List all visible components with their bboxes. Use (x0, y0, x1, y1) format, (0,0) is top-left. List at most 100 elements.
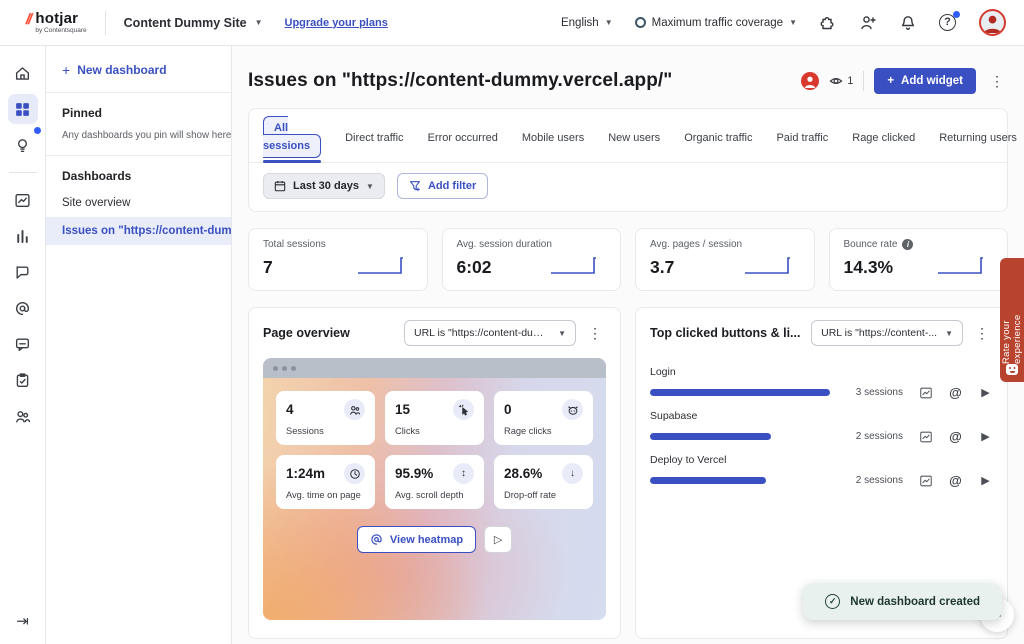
tab-all-sessions[interactable]: All sessions (263, 116, 321, 158)
widget-title: Page overview (263, 326, 396, 340)
interviews-people-icon[interactable] (8, 401, 38, 431)
tab-direct-traffic[interactable]: Direct traffic (345, 126, 403, 155)
traffic-coverage-value: Maximum traffic coverage (652, 17, 783, 29)
surveys-icon[interactable] (8, 365, 38, 395)
sidebar-item-site-overview[interactable]: Site overview (46, 189, 231, 217)
heatmap-icon (370, 533, 383, 546)
site-selector-dropdown[interactable]: Content Dummy Site ▼ (124, 16, 263, 30)
tab-organic-traffic[interactable]: Organic traffic (684, 126, 752, 155)
tab-error-occurred[interactable]: Error occurred (428, 126, 498, 155)
trends-chart-icon[interactable] (918, 385, 933, 400)
collapse-sidebar-icon[interactable]: ⇥ (16, 612, 29, 630)
url-filter-value: URL is "https://content-dum... (414, 327, 550, 339)
play-recording-icon[interactable]: ▶ (978, 385, 993, 400)
toast-notification[interactable]: ✓ New dashboard created (803, 583, 1002, 620)
sparkline (548, 254, 606, 278)
stat-time-on-page: 1:24m Avg. time on page (276, 455, 375, 509)
help-icon[interactable]: ? (939, 14, 957, 32)
notifications-bell-icon[interactable] (899, 14, 917, 32)
element-label: Login (650, 366, 993, 378)
funnels-icon[interactable] (8, 221, 38, 251)
divider (863, 71, 864, 91)
metric-total-sessions[interactable]: Total sessions 7 (248, 228, 428, 291)
tab-paid-traffic[interactable]: Paid traffic (776, 126, 828, 155)
play-recording-icon[interactable]: ▶ (978, 429, 993, 444)
heatmaps-icon[interactable] (8, 293, 38, 323)
new-dashboard-button[interactable]: + New dashboard (46, 46, 231, 92)
window-dot (282, 366, 287, 371)
upgrade-plans-link[interactable]: Upgrade your plans (285, 17, 388, 29)
metric-pages-per-session[interactable]: Avg. pages / session 3.7 (635, 228, 815, 291)
sessions-count: 2 sessions (856, 475, 903, 486)
heatmap-icon[interactable]: @ (948, 385, 963, 400)
metric-bounce-rate[interactable]: Bounce rate i 14.3% (829, 228, 1009, 291)
date-range-dropdown[interactable]: Last 30 days ▼ (263, 173, 385, 199)
add-filter-button[interactable]: Add filter (397, 173, 488, 199)
widget-menu-kebab[interactable]: ⋮ (584, 325, 606, 342)
dashboard-menu-kebab[interactable]: ⋮ (986, 73, 1008, 90)
heatmap-icon[interactable]: @ (948, 473, 963, 488)
sessions-bar (650, 477, 766, 484)
trends-chart-icon[interactable] (8, 185, 38, 215)
play-recording-icon[interactable]: ▶ (978, 473, 993, 488)
stat-label: Avg. time on page (286, 490, 365, 500)
info-icon[interactable]: i (902, 239, 913, 250)
logo-subtitle: by Contentsquare (35, 28, 86, 35)
insights-bulb-icon[interactable] (8, 130, 38, 160)
widget-title: Top clicked buttons & li... (650, 326, 803, 340)
journeys-icon[interactable] (8, 257, 38, 287)
top-clicked-url-dropdown[interactable]: URL is "https://content-... ▼ (811, 320, 963, 346)
filter-card: All sessions Direct traffic Error occurr… (248, 108, 1008, 212)
stat-value: 95.9% (395, 466, 433, 481)
calendar-icon (274, 180, 286, 192)
trends-chart-icon[interactable] (918, 473, 933, 488)
metric-value: 6:02 (457, 257, 492, 278)
stat-label: Rage clicks (504, 426, 583, 436)
element-label: Deploy to Vercel (650, 454, 993, 466)
tab-mobile-users[interactable]: Mobile users (522, 126, 584, 155)
stat-value: 0 (504, 402, 512, 417)
play-recording-button[interactable]: ▷ (484, 526, 512, 553)
heatmap-icon[interactable]: @ (948, 429, 963, 444)
metric-session-duration[interactable]: Avg. session duration 6:02 (442, 228, 622, 291)
dashboards-icon[interactable] (8, 94, 38, 124)
divider (105, 11, 106, 35)
view-heatmap-button[interactable]: View heatmap (357, 526, 476, 553)
user-avatar[interactable] (979, 9, 1006, 36)
clock-icon (344, 463, 365, 484)
coverage-ring-icon (635, 17, 646, 28)
sparkline (742, 254, 800, 278)
scroll-depth-icon: ↕ (453, 463, 474, 484)
dashboards-heading: Dashboards (46, 156, 231, 189)
chevron-down-icon: ▼ (605, 18, 613, 27)
integrations-puzzle-icon[interactable] (819, 14, 837, 32)
stat-drop-off: 28.6% ↓ Drop-off rate (494, 455, 593, 509)
hotjar-logo[interactable]: // hotjar by Contentsquare (26, 11, 87, 35)
viewer-avatar (801, 72, 819, 90)
invite-user-icon[interactable] (859, 14, 877, 32)
tab-rage-clicked[interactable]: Rage clicked (852, 126, 915, 155)
trends-chart-icon[interactable] (918, 429, 933, 444)
tab-new-users[interactable]: New users (608, 126, 660, 155)
page-overview-url-dropdown[interactable]: URL is "https://content-dum... ▼ (404, 320, 576, 346)
widget-menu-kebab[interactable]: ⋮ (971, 325, 993, 342)
stat-value: 4 (286, 402, 294, 417)
feedback-icon[interactable] (8, 329, 38, 359)
metric-cards: Total sessions 7 Avg. session duration 6… (248, 228, 1008, 291)
home-icon[interactable] (8, 58, 38, 88)
clicked-element-row: Supabase 2 sessions @ ▶ (650, 410, 993, 444)
element-label: Supabase (650, 410, 993, 422)
toast-message: New dashboard created (850, 596, 980, 608)
icon-rail: ⇥ (0, 46, 46, 644)
hotjar-flame-icon: // (24, 11, 32, 28)
stat-value: 1:24m (286, 466, 325, 481)
language-dropdown[interactable]: English ▼ (561, 17, 613, 29)
rate-experience-tab[interactable]: Rate your experience (1000, 258, 1024, 382)
pinned-empty-text: Any dashboards you pin will show here (46, 126, 231, 155)
sidebar-item-issues-dashboard[interactable]: Issues on "https://content-dummy... (46, 217, 231, 245)
sparkline (935, 254, 993, 278)
add-widget-button[interactable]: + Add widget (874, 68, 976, 94)
traffic-coverage-dropdown[interactable]: Maximum traffic coverage ▼ (635, 17, 797, 29)
tab-returning-users[interactable]: Returning users (939, 126, 1017, 155)
url-filter-value: URL is "https://content-... (821, 327, 937, 339)
